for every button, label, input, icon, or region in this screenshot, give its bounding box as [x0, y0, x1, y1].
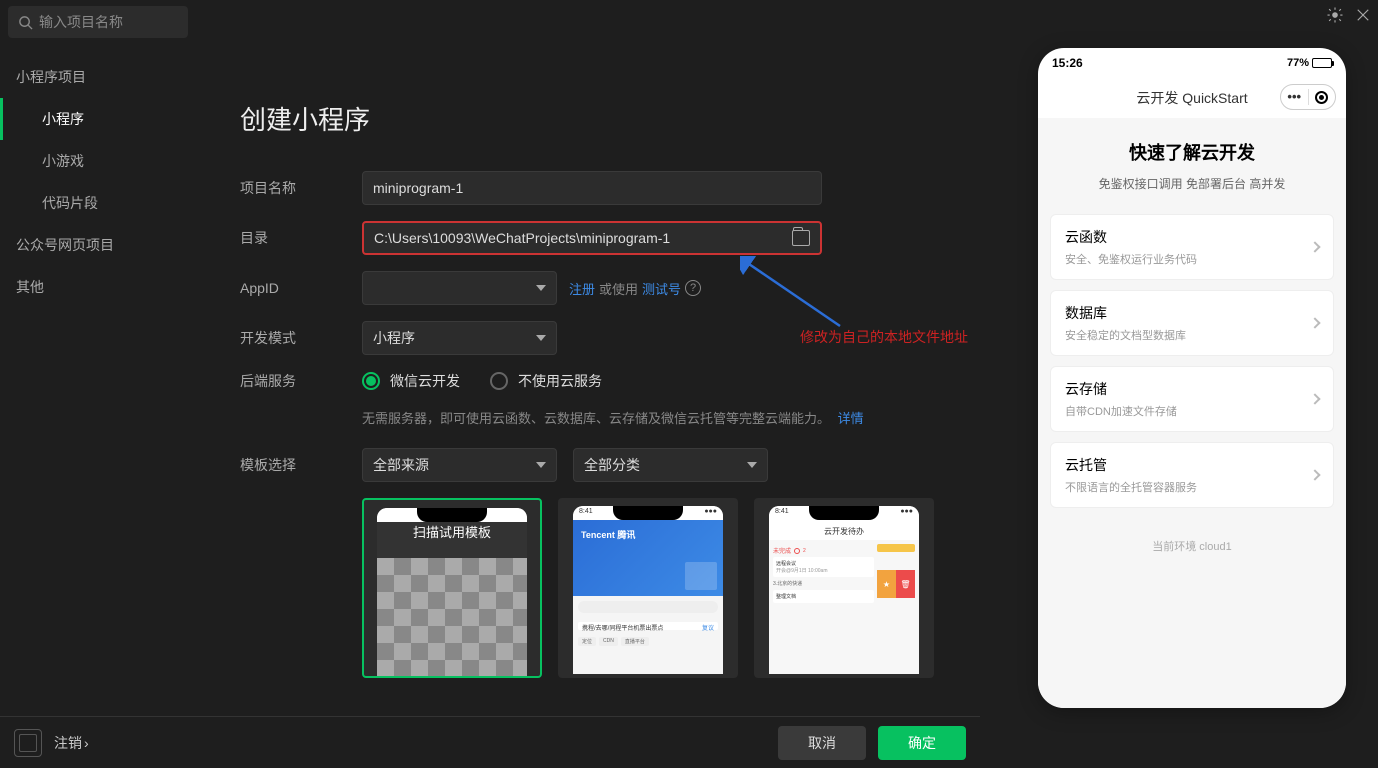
chevron-down-icon — [536, 335, 546, 341]
preview-status-bar: 15:26 77% — [1038, 48, 1346, 78]
template-source-select[interactable]: 全部来源 — [362, 448, 557, 482]
label-appid: AppID — [240, 280, 362, 296]
template-scan-trial[interactable]: 扫描试用模板 — [362, 498, 542, 678]
chevron-down-icon — [536, 462, 546, 468]
template-preview-blur — [377, 558, 527, 676]
chevron-right-icon — [1309, 469, 1320, 480]
chevron-right-icon — [1309, 393, 1320, 404]
preview-card-hosting[interactable]: 云托管不限语言的全托管容器服务 — [1050, 442, 1334, 508]
annotation-arrow — [740, 256, 850, 336]
device-preview: 15:26 77% 云开发 QuickStart ••• 快速了解云开发 免鉴权… — [1038, 48, 1346, 708]
cancel-button[interactable]: 取消 — [778, 726, 866, 760]
capsule-button[interactable]: ••• — [1280, 84, 1336, 110]
radio-no-cloud[interactable]: 不使用云服务 — [490, 371, 602, 391]
window-controls — [1326, 6, 1372, 24]
label-backend: 后端服务 — [240, 371, 362, 391]
preview-h1: 快速了解云开发 — [1038, 139, 1346, 165]
preview-time: 15:26 — [1052, 56, 1083, 70]
chevron-right-icon — [1309, 317, 1320, 328]
footer-square-icon[interactable] — [14, 729, 42, 757]
radio-cloud-dev[interactable]: 微信云开发 — [362, 371, 460, 391]
preview-card-database[interactable]: 数据库安全稳定的文档型数据库 — [1050, 290, 1334, 356]
template-category-select[interactable]: 全部分类 — [573, 448, 768, 482]
main-form: 创建小程序 项目名称 miniprogram-1 目录 C:\Users\100… — [240, 100, 980, 678]
search-placeholder: 输入项目名称 — [39, 12, 123, 32]
gear-icon[interactable] — [1326, 6, 1344, 24]
directory-value: C:\Users\10093\WeChatProjects\miniprogra… — [374, 230, 670, 246]
backend-more-link[interactable]: 详情 — [838, 411, 864, 426]
sidebar-group-miniprogram-projects[interactable]: 小程序项目 — [0, 56, 196, 98]
page-title: 创建小程序 — [240, 100, 980, 137]
label-template: 模板选择 — [240, 455, 362, 475]
phone-notch — [809, 506, 879, 520]
preview-card-storage[interactable]: 云存储自带CDN加速文件存储 — [1050, 366, 1334, 432]
target-icon — [1315, 91, 1328, 104]
label-dev-mode: 开发模式 — [240, 328, 362, 348]
folder-icon[interactable] — [792, 230, 810, 246]
preview-header-title: 云开发 QuickStart — [1136, 88, 1247, 108]
logout-button[interactable]: 注销› — [54, 733, 89, 753]
label-directory: 目录 — [240, 228, 362, 248]
flag-icon — [877, 544, 915, 552]
chevron-down-icon — [536, 285, 546, 291]
or-use-text: 或使用 — [599, 279, 638, 298]
radio-checked-icon — [362, 372, 380, 390]
search-icon — [18, 15, 33, 30]
sidebar-group-other[interactable]: 其他 — [0, 266, 196, 308]
backend-description: 无需服务器，即可使用云函数、云数据库、云存储及微信云托管等完整云端能力。 详情 — [362, 407, 980, 430]
chevron-down-icon — [747, 462, 757, 468]
label-project-name: 项目名称 — [240, 178, 362, 198]
directory-input[interactable]: C:\Users\10093\WeChatProjects\miniprogra… — [362, 221, 822, 255]
appid-select[interactable] — [362, 271, 557, 305]
radio-unchecked-icon — [490, 372, 508, 390]
preview-subtitle: 免鉴权接口调用 免部署后台 高并发 — [1038, 175, 1346, 192]
sidebar-group-official-account[interactable]: 公众号网页项目 — [0, 224, 196, 266]
register-link[interactable]: 注册 — [569, 279, 595, 298]
preview-card-cloud-function[interactable]: 云函数安全、免鉴权运行业务代码 — [1050, 214, 1334, 280]
sidebar-item-miniprogram[interactable]: 小程序 — [0, 98, 196, 140]
help-icon[interactable]: ? — [685, 280, 701, 296]
battery-icon — [1312, 58, 1332, 68]
footer: 注销› 取消 确定 — [0, 716, 980, 768]
search-input[interactable]: 输入项目名称 — [8, 6, 188, 38]
test-account-link[interactable]: 测试号 — [642, 279, 681, 298]
template-search-bar — [578, 601, 718, 613]
project-name-input[interactable]: miniprogram-1 — [362, 171, 822, 205]
phone-notch — [417, 508, 487, 522]
dev-mode-select[interactable]: 小程序 — [362, 321, 557, 355]
chevron-right-icon — [1309, 241, 1320, 252]
template-todo[interactable]: 8:41●●● 云开发待办 未完成2 远程会议开会@9月1日 10:00am 3… — [754, 498, 934, 678]
sidebar-item-minigame[interactable]: 小游戏 — [0, 140, 196, 182]
phone-notch — [613, 506, 683, 520]
sidebar-item-code-snippet[interactable]: 代码片段 — [0, 182, 196, 224]
preview-env-label: 当前环境 cloud1 — [1038, 538, 1346, 554]
preview-header: 云开发 QuickStart ••• — [1038, 78, 1346, 118]
template-tencent[interactable]: 8:41●●● Tencent 腾讯 携程/去哪/同程平台机票出票点复议 定位 … — [558, 498, 738, 678]
ok-button[interactable]: 确定 — [878, 726, 966, 760]
template-caption: 扫描试用模板 — [413, 522, 491, 541]
sidebar: 输入项目名称 小程序项目 小程序 小游戏 代码片段 公众号网页项目 其他 — [0, 0, 196, 768]
annotation-text: 修改为自己的本地文件地址 — [800, 327, 968, 347]
trash-icon: 🗑 — [896, 570, 915, 598]
star-icon: ★ — [877, 570, 896, 598]
close-icon[interactable] — [1354, 6, 1372, 24]
